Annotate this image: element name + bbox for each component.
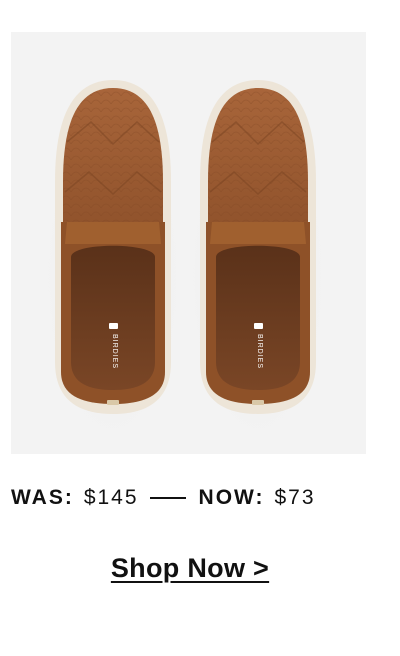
now-price: $73 — [274, 486, 316, 509]
now-label: NOW: — [198, 486, 265, 509]
product-image[interactable]: BIRDIES BIRDIES — [11, 32, 366, 454]
shop-now-link[interactable]: Shop Now > — [111, 553, 269, 583]
svg-text:BIRDIES: BIRDIES — [256, 334, 263, 369]
left-shoe: BIRDIES — [41, 80, 185, 447]
shoes-illustration: BIRDIES BIRDIES — [41, 80, 330, 447]
was-price: $145 — [83, 486, 139, 509]
right-shoe: BIRDIES — [186, 80, 330, 447]
cta-container: Shop Now > — [0, 553, 380, 584]
price-divider — [149, 497, 186, 499]
was-label: WAS: — [11, 486, 74, 509]
price-row: WAS: $145 NOW: $73 — [11, 484, 316, 512]
svg-text:BIRDIES: BIRDIES — [111, 334, 118, 369]
